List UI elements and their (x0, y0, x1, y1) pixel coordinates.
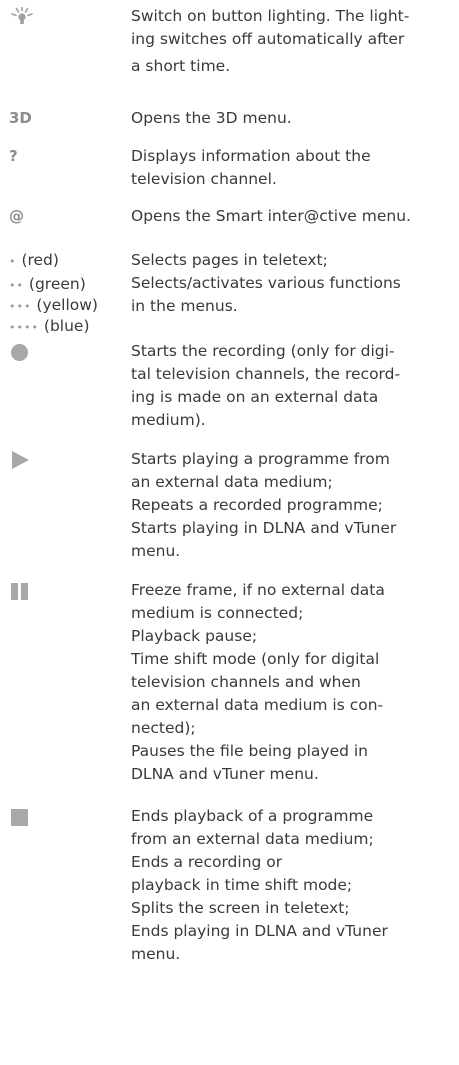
key-cell: ? (9, 145, 127, 168)
dot-icon: • (9, 255, 17, 268)
key-cell (9, 805, 127, 826)
key-description: Starts the recording (only for digi- tal… (131, 342, 401, 429)
light-bulb-icon (11, 6, 33, 24)
key-cell (9, 5, 127, 34)
key-cell (9, 448, 127, 477)
key-description: Ends playback of a programme from an ext… (131, 807, 388, 963)
key-description: Starts playing a programme from an exter… (131, 450, 397, 560)
key-description: Freeze frame, if no external data medium… (131, 581, 385, 783)
dot-icon: •••• (9, 321, 39, 334)
key-red: • (red) (9, 251, 59, 269)
key-cell: • (red) •• (green) ••• (yellow) •••• (bl… (9, 249, 127, 339)
key-description: Switch on button lighting. The light- in… (131, 7, 410, 75)
key-cell (9, 579, 127, 600)
key-info-label: ? (9, 147, 18, 165)
key-cell (9, 340, 127, 361)
dot-icon: •• (9, 279, 24, 292)
key-cell: 3D (9, 107, 127, 130)
key-description: Opens the Smart inter@ctive menu. (131, 207, 411, 225)
key-description: Opens the 3D menu. (131, 109, 292, 127)
key-description: Displays information about the televisio… (131, 147, 371, 188)
stop-icon (11, 809, 28, 826)
pause-icon (11, 583, 30, 600)
play-icon (12, 451, 29, 469)
record-icon (11, 344, 28, 361)
key-cell: @ (9, 205, 127, 228)
remote-control-key-reference: Switch on button lighting. The light- in… (0, 0, 459, 1065)
key-blue: •••• (blue) (9, 317, 90, 335)
key-description: Selects pages in teletext; Selects/activ… (131, 251, 401, 315)
key-at-label: @ (9, 207, 24, 225)
dot-icon: ••• (9, 300, 32, 313)
key-3d-label: 3D (9, 109, 32, 127)
